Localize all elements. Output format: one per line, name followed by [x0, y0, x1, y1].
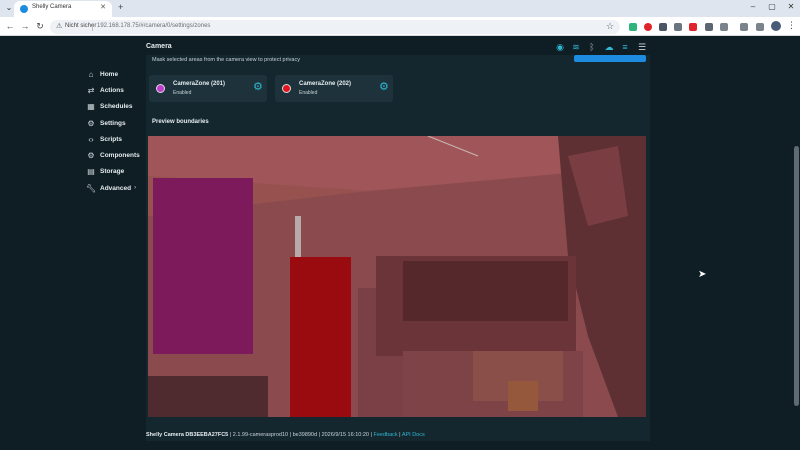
firmware-build: be39890d	[292, 432, 318, 438]
zone-name: CameraZone (201)	[173, 81, 226, 87]
code-icon: ‹›	[88, 134, 94, 144]
scrollbar-thumb[interactable]	[794, 146, 799, 406]
browser-tab[interactable]: Shelly Camera ✕	[14, 1, 112, 17]
browser-tab-bar: ⌄ Shelly Camera ✕ + – ▢ ✕	[0, 0, 800, 17]
bookmark-star-icon[interactable]: ☆	[606, 21, 614, 32]
page-scrollbar[interactable]	[793, 36, 800, 450]
zone-202-mask[interactable]	[290, 257, 351, 417]
app-root: Camera ◉ ≋ ᛒ ☁ ≡ ☰ ⌂ Home ⇄ Actions ▦ Sc…	[0, 36, 800, 450]
sidebar-item-label: Scripts	[100, 135, 123, 143]
opera-icon[interactable]	[644, 23, 652, 31]
tab-title: Shelly Camera	[32, 4, 72, 10]
sidebar-item-schedules[interactable]: ▦ Schedules	[86, 99, 146, 115]
share-icon[interactable]	[629, 23, 637, 31]
sidebar-item-label: Advanced	[100, 184, 132, 192]
sidebar-item-advanced[interactable]: 🔧︎ Advanced ›	[86, 180, 146, 196]
zone-settings-gear-icon[interactable]: ⚙	[379, 82, 389, 93]
calendar-icon: ▦	[87, 102, 95, 112]
sidebar-item-components[interactable]: ⚙ Components	[86, 147, 146, 163]
add-zone-button[interactable]	[574, 55, 646, 62]
sidebar-item-label: Actions	[100, 86, 124, 94]
camera-extension-icon[interactable]	[674, 23, 682, 31]
zone-name: CameraZone (202)	[299, 81, 352, 87]
minimize-icon[interactable]: –	[747, 2, 759, 11]
window-close-icon[interactable]: ✕	[785, 2, 797, 11]
puzzle-icon[interactable]	[720, 23, 728, 31]
address-separator	[92, 23, 93, 31]
forward-icon[interactable]: →	[19, 21, 31, 31]
cloud-icon: ☁	[604, 42, 614, 52]
zone-color-indicator	[282, 84, 291, 93]
preview-title: Preview boundaries	[152, 119, 209, 125]
tab-groups-icon[interactable]	[756, 23, 764, 31]
zone-card-201[interactable]: CameraZone (201) Enabled ⚙	[149, 75, 267, 102]
extension-icon[interactable]	[659, 23, 667, 31]
components-icon: ⚙	[87, 151, 95, 161]
mouse-cursor-icon: ➤	[698, 269, 707, 280]
browser-toolbar: ← → ↻ ⚠ Nicht sicher 192.168.178.75/#/ca…	[0, 17, 800, 36]
new-tab-icon[interactable]: +	[118, 2, 123, 12]
reload-icon[interactable]: ↻	[34, 21, 46, 31]
edit-extension-icon[interactable]	[705, 23, 713, 31]
rss-icon: ≡	[622, 42, 628, 52]
list-icon: ☰	[637, 42, 647, 52]
page-title: Camera	[146, 43, 172, 50]
firmware-version: 2.1.99-camerasprod10	[232, 432, 289, 438]
wifi-icon: ≋	[572, 42, 580, 52]
sidebar-item-settings[interactable]: ⚙ Settings	[86, 115, 146, 131]
actions-icon: ⇄	[87, 85, 95, 95]
profile-avatar[interactable]	[771, 21, 781, 31]
sidebar-item-label: Schedules	[100, 103, 133, 111]
zone-color-indicator	[156, 84, 165, 93]
device-datetime: 2026/9/15 16:10:20	[321, 432, 369, 438]
camera-preview[interactable]	[148, 136, 646, 417]
feedback-link[interactable]: Feedback	[373, 432, 397, 438]
sidebar-item-home[interactable]: ⌂ Home	[86, 66, 146, 82]
api-docs-link[interactable]: API Docs	[402, 432, 425, 438]
sidebar: ⌂ Home ⇄ Actions ▦ Schedules ⚙ Settings …	[86, 66, 146, 196]
zone-status: Enabled	[173, 90, 192, 96]
url-text[interactable]: 192.168.178.75/#/camera/0/settings/zones	[97, 23, 210, 29]
device-name: Shelly Camera DB3EEBA27FC5	[146, 432, 229, 438]
sidebar-item-label: Components	[100, 152, 140, 160]
footer: Shelly Camera DB3EEBA27FC5 | 2.1.99-came…	[146, 432, 425, 438]
shelly-favicon-icon	[20, 5, 28, 13]
storage-icon: ▤	[87, 167, 95, 177]
gear-icon: ⚙	[87, 118, 95, 128]
zone-status: Enabled	[299, 90, 318, 96]
wrench-icon: 🔧︎	[86, 183, 97, 193]
zones-panel: Mask selected areas from the camera view…	[146, 55, 650, 441]
sidebar-item-label: Home	[100, 70, 119, 78]
restore-icon[interactable]: ▢	[766, 2, 778, 11]
chevron-right-icon: ›	[134, 185, 137, 192]
zones-description: Mask selected areas from the camera view…	[152, 57, 300, 63]
back-icon[interactable]: ←	[4, 21, 16, 31]
sidebar-item-scripts[interactable]: ‹› Scripts	[86, 131, 146, 147]
wifi-strength-icon: ◉	[556, 42, 564, 52]
browser-menu-icon[interactable]: ⋮	[787, 20, 796, 31]
zone-settings-gear-icon[interactable]: ⚙	[253, 82, 263, 93]
sidebar-item-label: Settings	[100, 119, 126, 127]
download-icon[interactable]	[740, 23, 748, 31]
zone-card-202[interactable]: CameraZone (202) Enabled ⚙	[275, 75, 393, 102]
bluetooth-icon: ᛒ	[589, 42, 595, 52]
youtube-extension-icon[interactable]	[689, 23, 697, 31]
sidebar-item-label: Storage	[100, 168, 125, 176]
sidebar-item-storage[interactable]: ▤ Storage	[86, 164, 146, 180]
sidebar-item-actions[interactable]: ⇄ Actions	[86, 82, 146, 98]
tab-close-icon[interactable]: ✕	[100, 3, 106, 11]
home-icon: ⌂	[88, 69, 94, 79]
warning-icon[interactable]: ⚠	[56, 22, 62, 30]
zone-201-mask[interactable]	[153, 178, 253, 354]
address-bar[interactable]: ⚠ Nicht sicher 192.168.178.75/#/camera/0…	[50, 20, 620, 34]
